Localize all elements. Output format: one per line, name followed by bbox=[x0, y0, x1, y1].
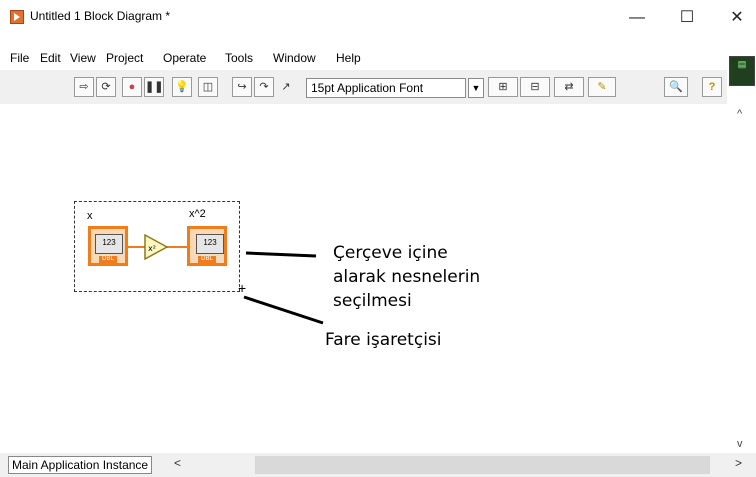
horizontal-scroll-thumb[interactable] bbox=[255, 456, 710, 474]
application-instance-label[interactable]: Main Application Instance bbox=[8, 456, 153, 474]
selection-annotation-text: Çerçeve içine alarak nesnelerin seçilmes… bbox=[333, 243, 481, 311]
scroll-right-arrow-icon[interactable]: > bbox=[735, 456, 742, 470]
pointer-annotation-line bbox=[243, 295, 324, 325]
selection-annotation-line bbox=[245, 251, 317, 258]
mouse-pointer-cross-icon: + bbox=[238, 280, 247, 296]
pointer-annotation-text: Fare işaretçisi bbox=[325, 330, 442, 350]
scroll-left-arrow-icon[interactable]: < bbox=[174, 456, 181, 470]
annotation-lines bbox=[243, 251, 324, 325]
